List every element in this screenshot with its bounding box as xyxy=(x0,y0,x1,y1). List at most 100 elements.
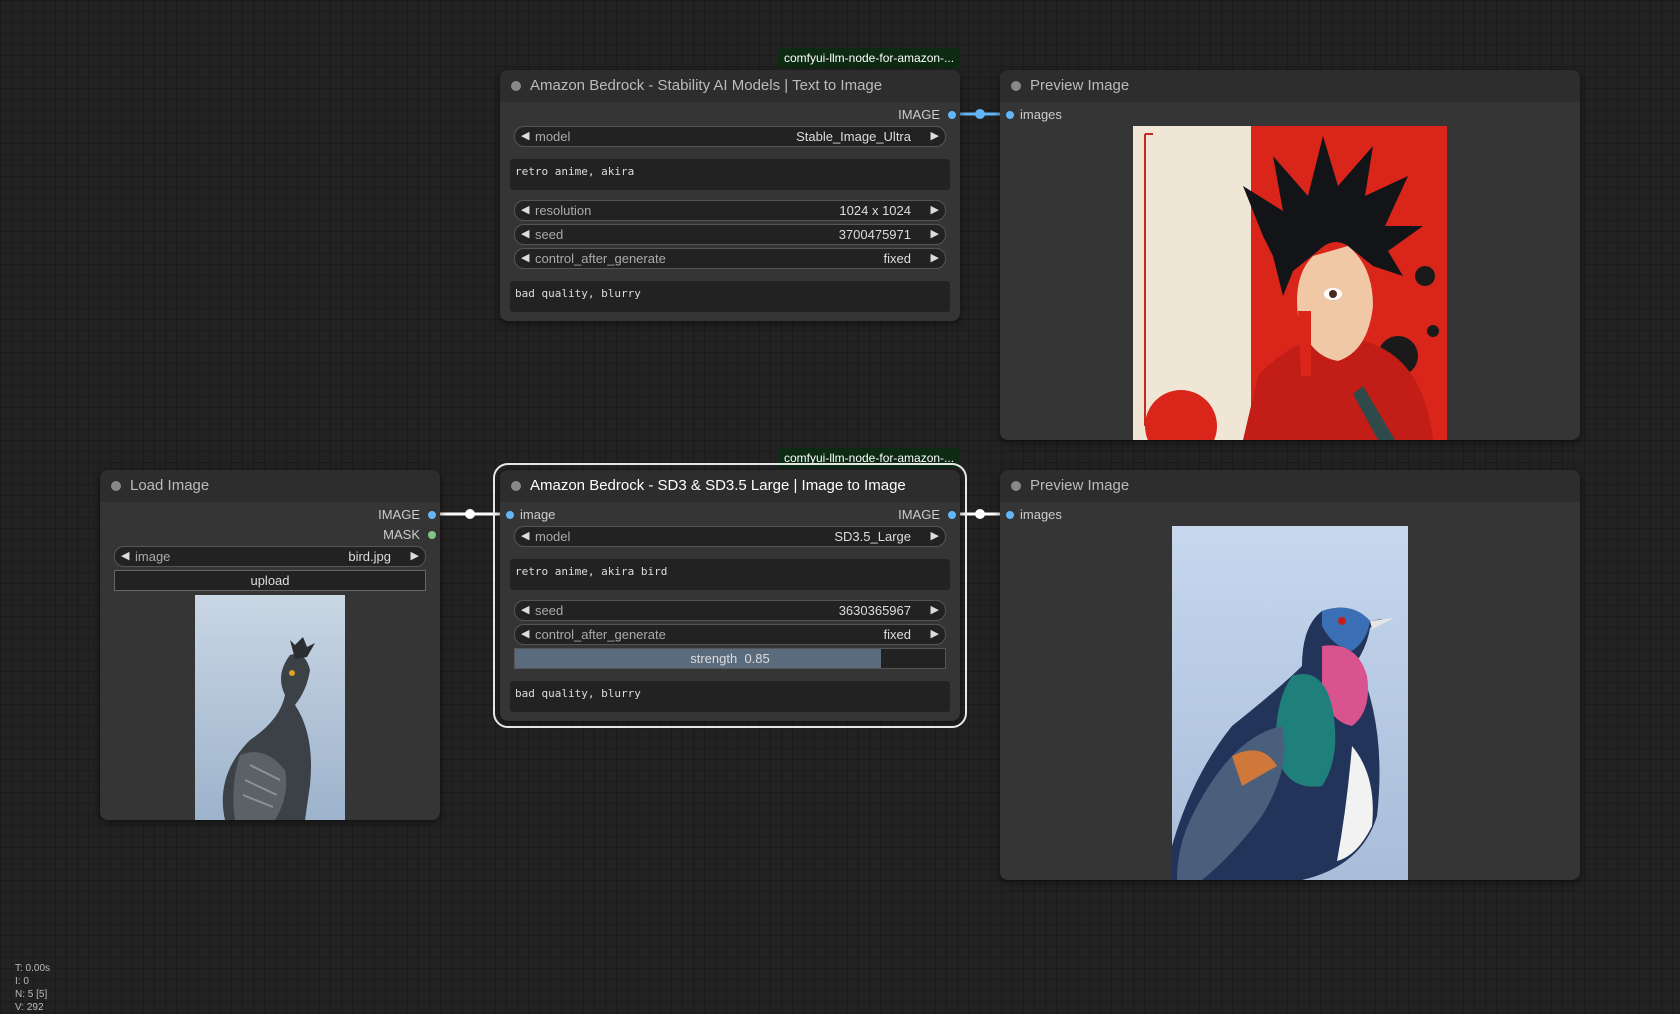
i2i-title: Amazon Bedrock - SD3 & SD3.5 Large | Ima… xyxy=(530,477,906,494)
arrow-left-icon[interactable]: ◀ xyxy=(521,225,529,244)
collapse-dot-icon[interactable] xyxy=(1011,81,1021,91)
link-midpoint-1[interactable] xyxy=(975,109,985,119)
i2i-input-slot-icon[interactable] xyxy=(506,511,514,519)
load-image-combo[interactable]: ◀ image bird.jpg ▶ xyxy=(114,546,426,567)
link-midpoint-3[interactable] xyxy=(975,509,985,519)
preview1-title: Preview Image xyxy=(1030,77,1130,94)
strength-value: 0.85 xyxy=(744,651,770,666)
preview2-title-bar[interactable]: Preview Image xyxy=(1000,470,1580,502)
arrow-left-icon[interactable]: ◀ xyxy=(521,625,529,644)
preview1-input-slot-icon[interactable] xyxy=(1006,111,1014,119)
i2i-control-value: fixed xyxy=(883,627,911,642)
t2i-package-badge: comfyui-llm-node-for-amazon-... xyxy=(778,48,961,68)
load-title-bar[interactable]: Load Image xyxy=(100,470,440,502)
t2i-resolution-value: 1024 x 1024 xyxy=(839,203,911,218)
preview2-bird-image xyxy=(1172,526,1408,880)
stat-time: T: 0.00s xyxy=(15,963,51,974)
i2i-output-image[interactable]: IMAGE xyxy=(898,506,940,524)
t2i-control-value: fixed xyxy=(883,251,911,266)
t2i-control-combo[interactable]: ◀ control_after_generate fixed ▶ xyxy=(514,248,946,269)
t2i-title: Amazon Bedrock - Stability AI Models | T… xyxy=(530,77,883,94)
load-output-mask[interactable]: MASK xyxy=(383,526,420,544)
load-image-slot-icon[interactable] xyxy=(428,511,436,519)
preview-image-node-1[interactable]: Preview Image images xyxy=(1000,70,1580,440)
arrow-left-icon[interactable]: ◀ xyxy=(521,249,529,268)
i2i-model-value: SD3.5_Large xyxy=(834,529,911,544)
strength-text: strength 0.85 xyxy=(690,651,770,666)
arrow-left-icon[interactable]: ◀ xyxy=(521,127,529,146)
t2i-seed-value: 3700475971 xyxy=(838,227,911,242)
t2i-seed-number[interactable]: ◀ seed 3700475971 ▶ xyxy=(514,224,946,245)
i2i-negative-textarea[interactable]: bad quality, blurry xyxy=(510,681,950,712)
preview-image-node-2[interactable]: Preview Image images xyxy=(1000,470,1580,880)
t2i-output-slot-icon[interactable] xyxy=(948,111,956,119)
t2i-title-bar[interactable]: Amazon Bedrock - Stability AI Models | T… xyxy=(500,70,960,102)
t2i-model-label: model xyxy=(535,129,571,144)
t2i-output-label: IMAGE xyxy=(898,107,940,122)
arrow-right-icon[interactable]: ▶ xyxy=(931,127,939,146)
arrow-right-icon[interactable]: ▶ xyxy=(931,625,939,644)
preview1-input-images[interactable]: images xyxy=(1020,106,1062,124)
arrow-right-icon[interactable]: ▶ xyxy=(931,601,939,620)
i2i-strength-slider[interactable]: strength 0.85 xyxy=(514,648,946,669)
stat-i: I: 0 xyxy=(15,976,29,987)
load-image-label: image xyxy=(135,549,171,564)
collapse-dot-icon[interactable] xyxy=(1011,481,1021,491)
preview2-input-images[interactable]: images xyxy=(1020,506,1062,524)
arrow-right-icon[interactable]: ▶ xyxy=(411,547,419,566)
t2i-model-combo[interactable]: ◀ model Stable_Image_Ultra ▶ xyxy=(514,126,946,147)
preview1-title-bar[interactable]: Preview Image xyxy=(1000,70,1580,102)
text-to-image-node[interactable]: Amazon Bedrock - Stability AI Models | T… xyxy=(500,70,960,321)
load-mask-slot-icon[interactable] xyxy=(428,531,436,539)
arrow-right-icon[interactable]: ▶ xyxy=(931,249,939,268)
collapse-dot-icon[interactable] xyxy=(511,81,521,91)
i2i-model-combo[interactable]: ◀ model SD3.5_Large ▶ xyxy=(514,526,946,547)
i2i-output-slot-icon[interactable] xyxy=(948,511,956,519)
i2i-prompt-textarea[interactable]: retro anime, akira bird xyxy=(510,559,950,590)
load-output-mask-label: MASK xyxy=(383,527,420,542)
stat-vertices: V: 292 xyxy=(15,1002,44,1013)
canvas-stats: T: 0.00s I: 0 N: 5 [5] V: 292 xyxy=(15,962,50,1014)
t2i-resolution-combo[interactable]: ◀ resolution 1024 x 1024 ▶ xyxy=(514,200,946,221)
arrow-right-icon[interactable]: ▶ xyxy=(931,201,939,220)
t2i-seed-label: seed xyxy=(535,227,564,242)
preview2-input-label: images xyxy=(1020,507,1062,522)
preview2-input-slot-icon[interactable] xyxy=(1006,511,1014,519)
arrow-right-icon[interactable]: ▶ xyxy=(931,527,939,546)
i2i-control-combo[interactable]: ◀ control_after_generate fixed ▶ xyxy=(514,624,946,645)
load-image-value: bird.jpg xyxy=(348,549,391,564)
i2i-control-label: control_after_generate xyxy=(535,627,666,642)
preview2-title: Preview Image xyxy=(1030,477,1130,494)
i2i-seed-number[interactable]: ◀ seed 3630365967 ▶ xyxy=(514,600,946,621)
i2i-input-image[interactable]: image xyxy=(520,506,555,524)
t2i-control-label: control_after_generate xyxy=(535,251,666,266)
preview1-input-label: images xyxy=(1020,107,1062,122)
i2i-model-label: model xyxy=(535,529,571,544)
collapse-dot-icon[interactable] xyxy=(111,481,121,491)
i2i-seed-label: seed xyxy=(535,603,564,618)
link-midpoint-2[interactable] xyxy=(465,509,475,519)
t2i-output-image[interactable]: IMAGE xyxy=(898,106,940,124)
load-image-node[interactable]: Load Image IMAGE MASK ◀ image bird.jpg ▶… xyxy=(100,470,440,820)
t2i-negative-textarea[interactable]: bad quality, blurry xyxy=(510,281,950,312)
strength-label: strength xyxy=(690,651,738,666)
load-output-image-label: IMAGE xyxy=(378,507,420,522)
load-bird-image xyxy=(195,595,345,820)
collapse-dot-icon[interactable] xyxy=(511,481,521,491)
load-title: Load Image xyxy=(130,477,210,494)
t2i-model-value: Stable_Image_Ultra xyxy=(796,129,911,144)
preview1-anime-image xyxy=(1133,126,1447,440)
upload-button[interactable]: upload xyxy=(114,570,426,591)
load-output-image[interactable]: IMAGE xyxy=(378,506,420,524)
i2i-output-label: IMAGE xyxy=(898,507,940,522)
i2i-title-bar[interactable]: Amazon Bedrock - SD3 & SD3.5 Large | Ima… xyxy=(500,470,960,502)
t2i-prompt-textarea[interactable]: retro anime, akira xyxy=(510,159,950,190)
arrow-left-icon[interactable]: ◀ xyxy=(121,547,129,566)
i2i-seed-value: 3630365967 xyxy=(838,603,911,618)
stat-nodes: N: 5 [5] xyxy=(15,989,48,1000)
arrow-left-icon[interactable]: ◀ xyxy=(521,601,529,620)
arrow-left-icon[interactable]: ◀ xyxy=(521,201,529,220)
arrow-right-icon[interactable]: ▶ xyxy=(931,225,939,244)
image-to-image-node[interactable]: Amazon Bedrock - SD3 & SD3.5 Large | Ima… xyxy=(493,463,967,728)
arrow-left-icon[interactable]: ◀ xyxy=(521,527,529,546)
